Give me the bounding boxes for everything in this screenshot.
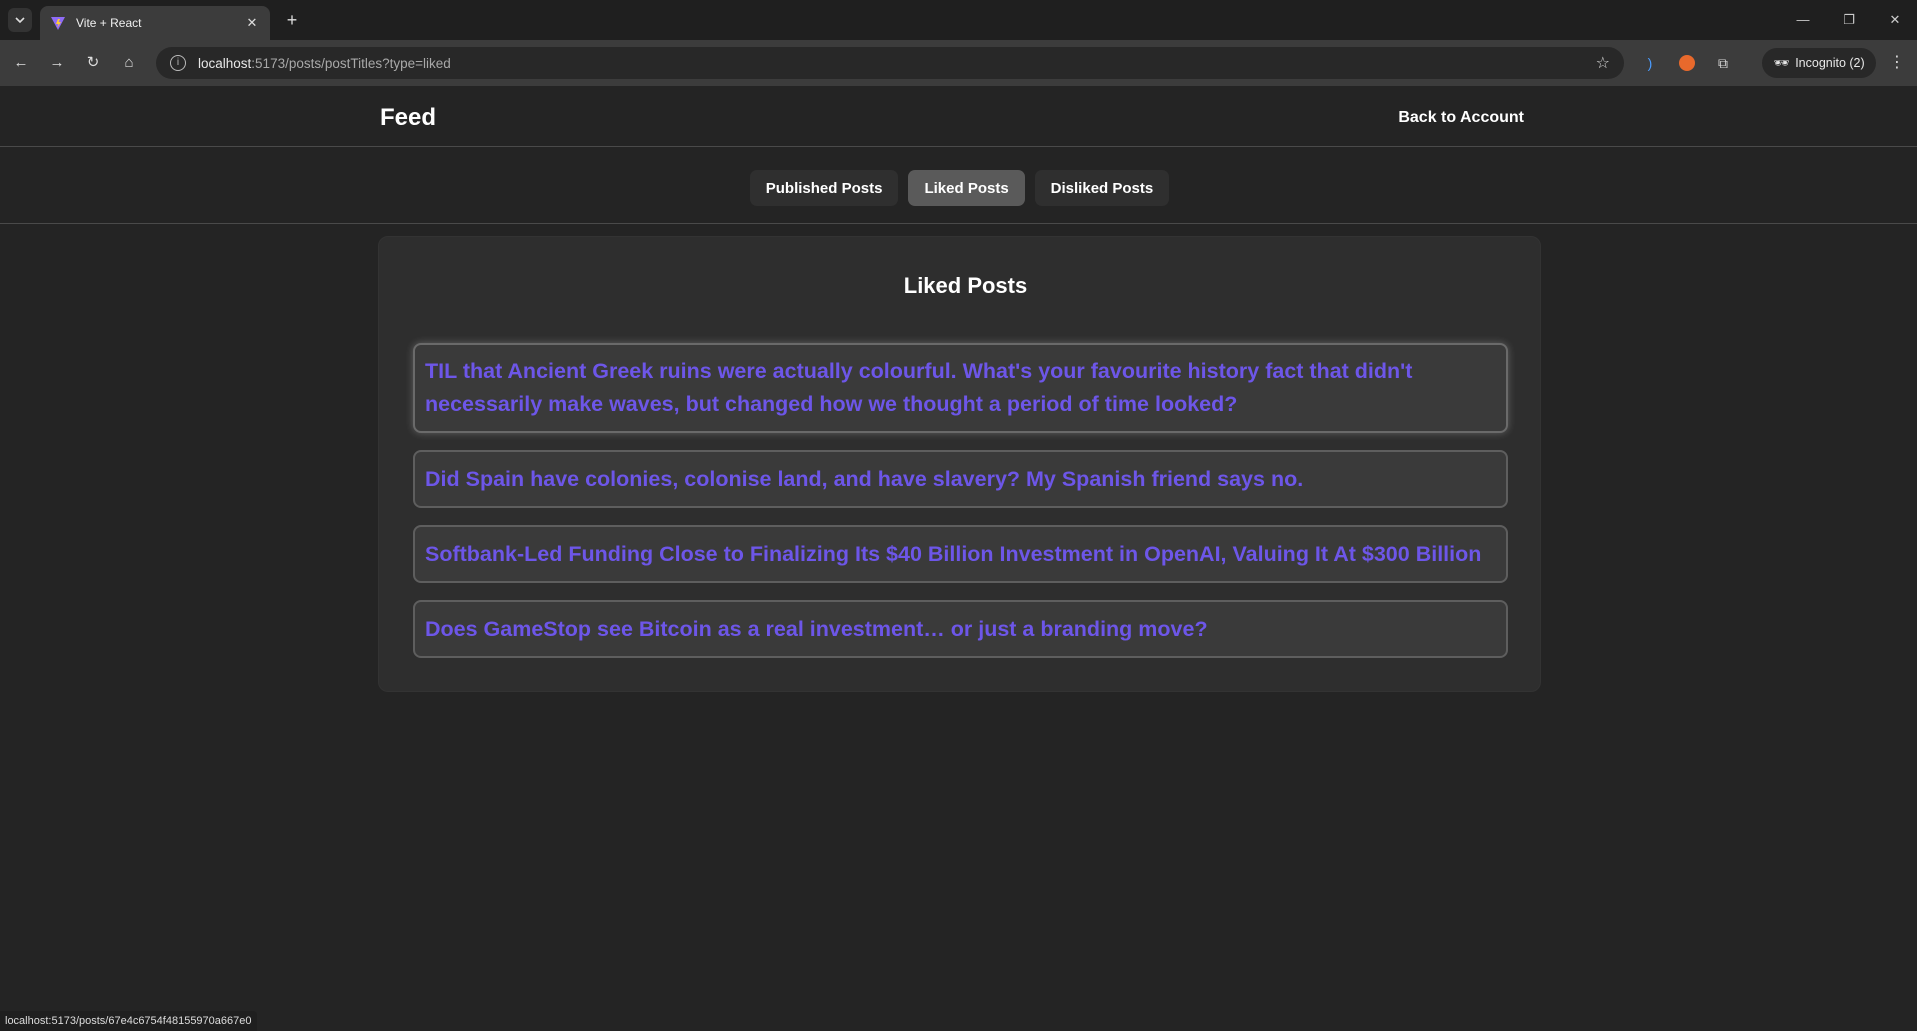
incognito-icon: 🕶 xyxy=(1773,55,1790,70)
restore-icon[interactable]: ❐ xyxy=(1826,8,1872,32)
star-icon[interactable]: ☆ xyxy=(1596,53,1610,73)
browser-toolbar: ← → ↻ ⌂ i localhost:5173/posts/postTitle… xyxy=(0,40,1917,86)
tab-search-icon[interactable] xyxy=(8,8,32,32)
list-item[interactable]: Did Spain have colonies, colonise land, … xyxy=(413,450,1508,508)
puzzle-icon[interactable]: ⧉ xyxy=(1712,52,1734,74)
page-title[interactable]: Feed xyxy=(380,104,436,132)
back-to-account-link[interactable]: Back to Account xyxy=(1398,109,1524,127)
url-text[interactable]: localhost:5173/posts/postTitles?type=lik… xyxy=(198,56,1596,71)
tab-liked-posts[interactable]: Liked Posts xyxy=(908,170,1025,206)
liked-posts-card: Liked Posts TIL that Ancient Greek ruins… xyxy=(378,236,1541,692)
post-title-line: TIL that Ancient Greek ruins were actual… xyxy=(425,359,1413,383)
incognito-label: Incognito (2) xyxy=(1795,56,1865,70)
info-icon[interactable]: i xyxy=(170,55,186,71)
tab-title: Vite + React xyxy=(76,16,142,30)
list-item[interactable]: Does GameStop see Bitcoin as a real inve… xyxy=(413,600,1508,658)
incognito-badge[interactable]: 🕶 Incognito (2) xyxy=(1762,48,1876,78)
vite-logo-icon xyxy=(51,17,65,30)
post-tabs: Published Posts Liked Posts Disliked Pos… xyxy=(0,147,1917,224)
tab-published-posts[interactable]: Published Posts xyxy=(749,170,899,206)
card-title: Liked Posts xyxy=(903,273,1028,298)
forward-arrow-icon[interactable]: → xyxy=(45,51,69,75)
back-arrow-icon[interactable]: ← xyxy=(9,51,33,75)
list-item[interactable]: Softbank-Led Funding Close to Finalizing… xyxy=(413,525,1508,583)
post-title: Softbank-Led Funding Close to Finalizing… xyxy=(425,541,1482,566)
browser-tabstrip: Vite + React ✕ + — ❐ ✕ xyxy=(0,0,1917,40)
browser-tab[interactable]: Vite + React ✕ xyxy=(40,6,270,40)
close-window-icon[interactable]: ✕ xyxy=(1872,8,1917,32)
extension-icon[interactable] xyxy=(1676,52,1698,74)
post-title: Does GameStop see Bitcoin as a real inve… xyxy=(425,616,1208,641)
reload-icon[interactable]: ↻ xyxy=(81,51,105,75)
app-header: Feed Back to Account xyxy=(0,86,1917,147)
minimize-icon[interactable]: — xyxy=(1780,8,1826,32)
list-item[interactable]: TIL that Ancient Greek ruins were actual… xyxy=(413,343,1508,433)
post-list: TIL that Ancient Greek ruins were actual… xyxy=(413,343,1508,675)
tab-disliked-posts[interactable]: Disliked Posts xyxy=(1034,170,1170,206)
status-bar: localhost:5173/posts/67e4c6754f48155970a… xyxy=(0,1011,257,1031)
kebab-menu-icon[interactable]: ⋮ xyxy=(1887,52,1907,74)
plus-icon[interactable]: + xyxy=(282,10,302,30)
close-icon[interactable]: ✕ xyxy=(244,15,260,31)
home-icon[interactable]: ⌂ xyxy=(117,51,141,75)
extension-icon[interactable]: ) xyxy=(1639,52,1661,74)
post-title: Did Spain have colonies, colonise land, … xyxy=(425,466,1304,491)
address-bar[interactable]: i localhost:5173/posts/postTitles?type=l… xyxy=(156,47,1624,79)
page: Feed Back to Account Published Posts Lik… xyxy=(0,86,1917,1031)
post-title-line: necessarily make waves, but changed how … xyxy=(425,392,1238,416)
